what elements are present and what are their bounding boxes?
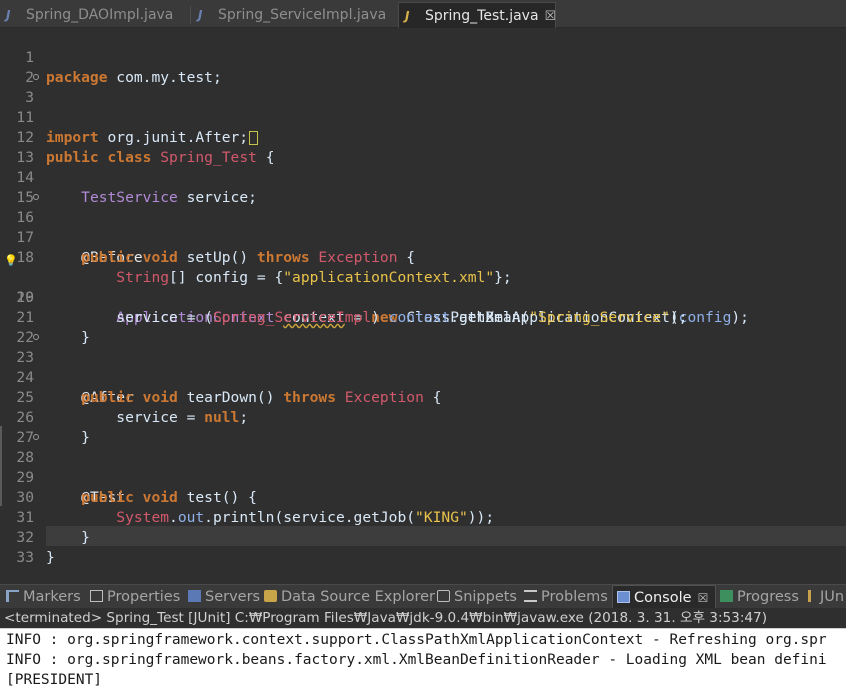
console-line: [PRESIDENT] [6,672,103,688]
line-number: 33 [16,549,34,566]
properties-icon [90,590,103,602]
code-line: 33 [0,528,846,566]
tab-spring-daoimpl[interactable]: J Spring_DAOImpl.java [0,2,188,28]
tab-snippets[interactable]: Snippets [437,585,517,609]
junit-icon [808,590,816,602]
servers-icon [188,590,201,602]
code-line: 18 String[] config = {"applicationContex… [0,228,846,286]
code-line: 23 @After [0,328,846,406]
java-file-icon: J [6,8,11,22]
tab-spring-test[interactable]: J Spring_Test.java ☒ [398,2,556,29]
views-tab-bar: Markers Properties Servers Data Source E… [0,584,846,609]
code-line: 14 TestService service; [0,148,846,206]
fold-toggle-icon[interactable] [33,334,39,340]
tab-properties[interactable]: Properties [90,585,180,609]
code-line: 30 System.out.println(service.getJob("KI… [0,468,846,526]
code-line: 13 [0,128,846,166]
code-line: 2 [0,48,846,86]
java-file-icon: J [198,8,203,22]
markers-icon [6,590,19,602]
tab-servers[interactable]: Servers [188,585,260,609]
close-tab-icon[interactable]: ☒ [698,591,709,605]
console-process-status: <terminated> Spring_Test [JUnit] C:₩Prog… [0,608,846,628]
code-line: 💡 19 ApplicationContext context = new Cl… [0,248,846,326]
code-editor[interactable]: 1 package com.my.test; 2 3 import org.ju… [0,28,846,578]
console-line: INFO : org.springframework.beans.factory… [6,652,827,668]
tab-data-source-explorer[interactable]: Data Source Explorer [264,585,435,609]
code-line: 26 } [0,388,846,446]
fold-toggle-icon[interactable] [33,194,39,200]
tab-markers[interactable]: Markers [6,585,81,609]
code-line: 21 } [0,288,846,346]
fold-toggle-icon[interactable] [33,434,39,440]
java-test-file-icon: J [405,9,410,23]
tab-junit[interactable]: JUn [808,585,844,609]
code-line: 15 [0,168,846,206]
console-icon [617,591,630,603]
code-line: 1 package com.my.test; [0,28,846,86]
code-line: 12 public class Spring_Test { [0,108,846,166]
progress-icon [720,590,733,602]
tab-spring-serviceimpl[interactable]: J Spring_ServiceImpl.java [192,2,392,28]
code-line: 22 [0,308,846,346]
code-line: 20 service = (Spring_ServiceImpl) contex… [0,268,846,326]
code-line: 28 @Test [0,428,846,506]
code-line: 25 service = null; [0,368,846,426]
code-line: 24 public void tearDown() throws Excepti… [0,348,846,406]
tab-console[interactable]: Console ☒ [612,585,716,609]
problems-icon [524,590,537,602]
code-line: 17 public void setUp() throws Exception … [0,208,846,266]
close-tab-icon[interactable]: ☒ [545,9,557,24]
code-line: 32 } [0,508,846,566]
code-line: 3 import org.junit.After; [0,68,846,146]
tab-progress[interactable]: Progress [720,585,799,609]
code-line: 31 } [0,488,846,546]
console-output[interactable]: INFO : org.springframework.context.suppo… [0,628,846,699]
code-line: 16 @Before [0,188,846,266]
code-line: 11 [0,88,846,126]
fold-toggle-icon[interactable] [33,74,39,80]
code-line: 29 public void test() { [0,448,846,506]
data-source-icon [264,590,277,602]
tab-problems[interactable]: Problems [524,585,608,609]
console-line: INFO : org.springframework.context.suppo… [6,632,827,648]
editor-tab-bar: J Spring_DAOImpl.java J Spring_ServiceImpl… [0,0,846,29]
snippets-icon [437,590,450,602]
tab-separator [190,6,191,24]
code-line: 27 [0,408,846,446]
